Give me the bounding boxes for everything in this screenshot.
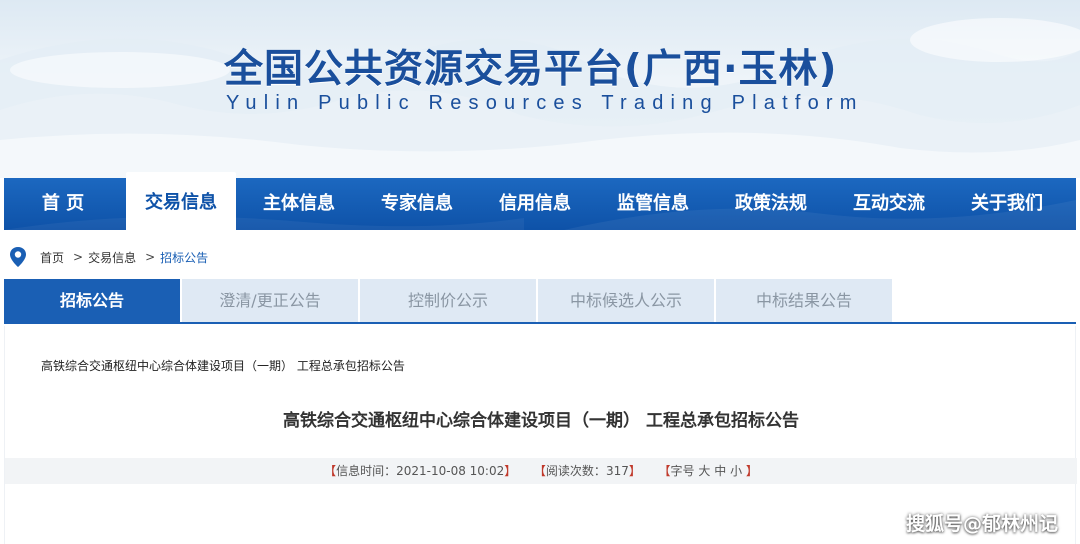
nav-item-about-us[interactable]: 关于我们 [948,178,1066,230]
bracket-open: 【 [324,464,337,478]
location-pin-icon [10,247,26,267]
nav-item-trade-info[interactable]: 交易信息 [126,172,236,230]
site-subtitle: Yulin Public Resources Trading Platform [226,92,864,114]
bracket-close: 】 [628,464,641,478]
breadcrumb-current[interactable]: 招标公告 [160,249,208,266]
tab-winning-candidates[interactable]: 中标候选人公示 [538,279,714,322]
info-time-label: 信息时间： [336,464,397,478]
views-value: 317 [605,464,629,478]
nav-item-entity-info[interactable]: 主体信息 [240,178,358,230]
breadcrumb-home[interactable]: 首页 [40,249,64,266]
tab-clarification[interactable]: 澄清/更正公告 [182,279,358,322]
breadcrumb-trade-info[interactable]: 交易信息 [88,249,136,266]
info-time-value: 2021-10-08 10:02 [396,464,505,478]
category-tabs: 招标公告 澄清/更正公告 控制价公示 中标候选人公示 中标结果公告 [4,279,1076,324]
article-meta: 【信息时间：2021-10-08 10:02】 【阅读次数：317】 【字号 大… [5,458,1077,484]
site-banner: 全国公共资源交易平台(广西·玉林) Yulin Public Resources… [0,0,1080,178]
bracket-close: 】 [504,464,517,478]
bracket-close: 】 [745,464,758,478]
article-path-title: 高铁综合交通枢纽中心综合体建设项目（一期） 工程总承包招标公告 [41,359,405,373]
nav-item-interaction[interactable]: 互动交流 [830,178,948,230]
breadcrumb-separator: > [73,250,84,264]
breadcrumb: 首页 > 交易信息 > 招标公告 [8,246,212,268]
bracket-open: 【 [533,464,546,478]
bracket-open: 【 [658,464,671,478]
font-size-large-button[interactable]: 大 [698,464,710,478]
font-size-small-button[interactable]: 小 [730,464,742,478]
font-size-label: 字号 [670,464,695,478]
article-title: 高铁综合交通枢纽中心综合体建设项目（一期） 工程总承包招标公告 [283,411,799,431]
nav-item-supervision-info[interactable]: 监管信息 [594,178,712,230]
nav-item-expert-info[interactable]: 专家信息 [358,178,476,230]
nav-item-policies[interactable]: 政策法规 [712,178,830,230]
views-label: 阅读次数： [545,464,606,478]
font-size-medium-button[interactable]: 中 [714,464,726,478]
tab-winning-results[interactable]: 中标结果公告 [716,279,892,322]
tab-control-price[interactable]: 控制价公示 [360,279,536,322]
site-title: 全国公共资源交易平台(广西·玉林) [224,47,838,92]
tab-bidding-announcement[interactable]: 招标公告 [4,279,180,322]
nav-item-credit-info[interactable]: 信用信息 [476,178,594,230]
watermark-text: 搜狐号@郁林州记 [905,513,1058,535]
main-nav: 首 页 交易信息 主体信息 专家信息 信用信息 监管信息 政策法规 互动交流 关… [4,172,1076,230]
breadcrumb-separator: > [145,250,156,264]
nav-item-home[interactable]: 首 页 [4,178,122,230]
